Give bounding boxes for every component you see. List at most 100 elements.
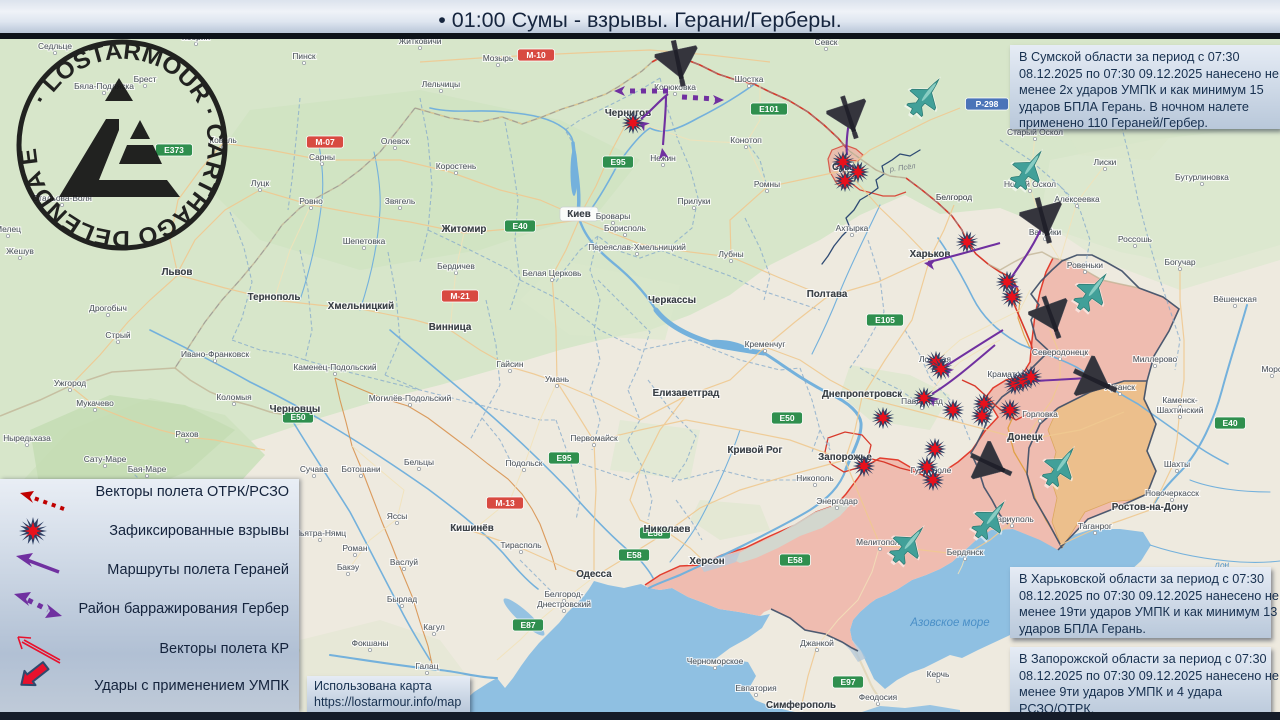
svg-text:Дрогобыч: Дрогобыч: [89, 303, 127, 313]
svg-text:Черновцы: Черновцы: [270, 404, 321, 415]
svg-text:E58: E58: [787, 555, 802, 565]
svg-text:E40: E40: [1222, 418, 1237, 428]
svg-text:E40: E40: [512, 221, 527, 231]
svg-text:Горловка: Горловка: [1022, 409, 1058, 419]
svg-text:Борисполь: Борисполь: [604, 223, 647, 233]
svg-text:Днепропетровск: Днепропетровск: [822, 389, 902, 400]
svg-text:Ивано-Франковск: Ивано-Франковск: [181, 349, 249, 359]
svg-text:E50: E50: [779, 413, 794, 423]
svg-text:Северодонецк: Северодонецк: [1032, 347, 1088, 357]
svg-text:Ровно: Ровно: [299, 196, 323, 206]
svg-text:Звягель: Звягель: [385, 196, 416, 206]
svg-text:Никополь: Никополь: [796, 473, 834, 483]
svg-text:Феодосия: Феодосия: [859, 692, 897, 702]
svg-text:Джанкой: Джанкой: [800, 638, 834, 648]
svg-text:Подольск: Подольск: [506, 458, 543, 468]
svg-text:Пинск: Пинск: [292, 51, 316, 61]
svg-text:E101: E101: [759, 104, 779, 114]
svg-text:Лельчицы: Лельчицы: [422, 79, 460, 89]
svg-text:Ровеньки: Ровеньки: [1067, 260, 1104, 270]
svg-text:Тирасполь: Тирасполь: [500, 540, 542, 550]
svg-text:Каменец-Подольский: Каменец-Подольский: [293, 362, 376, 372]
svg-text:M-10: M-10: [526, 50, 546, 60]
svg-text:Ужгород: Ужгород: [54, 378, 86, 388]
svg-text:Днестровский: Днестровский: [537, 599, 591, 609]
svg-text:Коростень: Коростень: [436, 161, 477, 171]
svg-text:Коломыя: Коломыя: [216, 392, 251, 402]
svg-text:Белгород-: Белгород-: [544, 589, 583, 599]
svg-text:Сату-Маре: Сату-Маре: [84, 454, 127, 464]
svg-text:Россошь: Россошь: [1118, 234, 1153, 244]
svg-text:Роман: Роман: [343, 543, 368, 553]
svg-text:Винница: Винница: [429, 322, 472, 333]
svg-text:Стрый: Стрый: [105, 330, 131, 340]
svg-text:Хмельницкий: Хмельницкий: [328, 301, 394, 312]
svg-text:Лиски: Лиски: [1094, 157, 1117, 167]
svg-text:Могилёв-Подольский: Могилёв-Подольский: [369, 393, 452, 403]
svg-text:Пьятра-Нямц: Пьятра-Нямц: [294, 528, 346, 538]
svg-text:Каменск-: Каменск-: [1162, 395, 1197, 405]
svg-text:Киев: Киев: [567, 209, 590, 220]
svg-text:Бакэу: Бакэу: [337, 562, 360, 572]
svg-text:P-298: P-298: [976, 99, 999, 109]
svg-text:Шепетовка: Шепетовка: [343, 236, 386, 246]
svg-text:Николаев: Николаев: [644, 524, 691, 535]
svg-text:Кременчуг: Кременчуг: [745, 339, 786, 349]
svg-text:Васлуй: Васлуй: [390, 557, 419, 567]
svg-text:Богучар: Богучар: [1164, 257, 1195, 267]
svg-text:Прилуки: Прилуки: [678, 196, 711, 206]
svg-text:Фокшаны: Фокшаны: [352, 638, 389, 648]
svg-text:Симферополь: Симферополь: [766, 700, 836, 711]
svg-text:Сучава: Сучава: [300, 464, 329, 474]
svg-text:Тернополь: Тернополь: [248, 292, 301, 303]
svg-text:Ныредьхаза: Ныредьхаза: [3, 433, 51, 443]
svg-text:Севск: Севск: [815, 39, 838, 47]
svg-text:Переяслав-Хмельницкий: Переяслав-Хмельницкий: [588, 242, 686, 252]
svg-text:Херсон: Херсон: [689, 556, 724, 567]
svg-text:Житковичи: Житковичи: [399, 39, 442, 46]
svg-text:Бырлад: Бырлад: [387, 594, 417, 604]
svg-text:Шостка: Шостка: [735, 74, 764, 84]
svg-text:· LOSTARMOUR · CARTHAGO DELEND: · LOSTARMOUR · CARTHAGO DELENDA EST: [14, 37, 229, 252]
svg-text:Белая Церковь: Белая Церковь: [522, 268, 582, 278]
svg-text:Житомир: Житомир: [441, 224, 487, 235]
svg-text:Лубны: Лубны: [718, 249, 743, 259]
svg-text:Алексеевка: Алексеевка: [1054, 194, 1100, 204]
svg-text:E87: E87: [520, 620, 535, 630]
svg-text:Кривой Рог: Кривой Рог: [728, 445, 783, 456]
svg-text:Кагул: Кагул: [423, 622, 445, 632]
svg-text:E95: E95: [556, 453, 571, 463]
svg-text:Умань: Умань: [545, 374, 570, 384]
svg-text:E97: E97: [840, 677, 855, 687]
svg-text:Бровары: Бровары: [596, 211, 631, 221]
svg-text:Таганрог: Таганрог: [1078, 521, 1112, 531]
svg-text:Первомайск: Первомайск: [570, 433, 618, 443]
svg-text:Керчь: Керчь: [927, 669, 950, 679]
svg-text:Кишинёв: Кишинёв: [450, 523, 494, 534]
svg-text:Бельцы: Бельцы: [404, 457, 434, 467]
svg-text:Черноморское: Черноморское: [687, 656, 744, 666]
svg-text:Ахтырка: Ахтырка: [836, 223, 869, 233]
svg-text:Энергодар: Энергодар: [816, 496, 858, 506]
svg-text:Бердичев: Бердичев: [437, 261, 475, 271]
svg-text:Черкассы: Черкассы: [648, 295, 696, 306]
svg-text:Евпатория: Евпатория: [735, 683, 776, 693]
svg-text:Галац: Галац: [415, 661, 438, 671]
svg-text:Мозырь: Мозырь: [483, 53, 514, 63]
svg-text:Моро: Моро: [1261, 364, 1280, 374]
svg-text:Вёшенская: Вёшенская: [1213, 294, 1256, 304]
svg-text:Шахты: Шахты: [1164, 459, 1190, 469]
svg-text:E58: E58: [626, 550, 641, 560]
svg-text:Сарны: Сарны: [309, 152, 335, 162]
svg-text:Гайсин: Гайсин: [497, 359, 524, 369]
svg-text:Ростов-на-Дону: Ростов-на-Дону: [1112, 502, 1189, 513]
svg-text:Полтава: Полтава: [807, 289, 848, 300]
svg-text:Новочеркасск: Новочеркасск: [1145, 488, 1199, 498]
svg-text:Бутурлиновка: Бутурлиновка: [1175, 172, 1229, 182]
svg-text:M-07: M-07: [315, 137, 335, 147]
svg-text:Елизаветград: Елизаветград: [653, 388, 720, 399]
svg-text:Ромны: Ромны: [754, 179, 780, 189]
svg-text:Олевск: Олевск: [381, 136, 410, 146]
svg-text:Бая-Маре: Бая-Маре: [128, 464, 167, 474]
svg-text:M-13: M-13: [495, 498, 515, 508]
